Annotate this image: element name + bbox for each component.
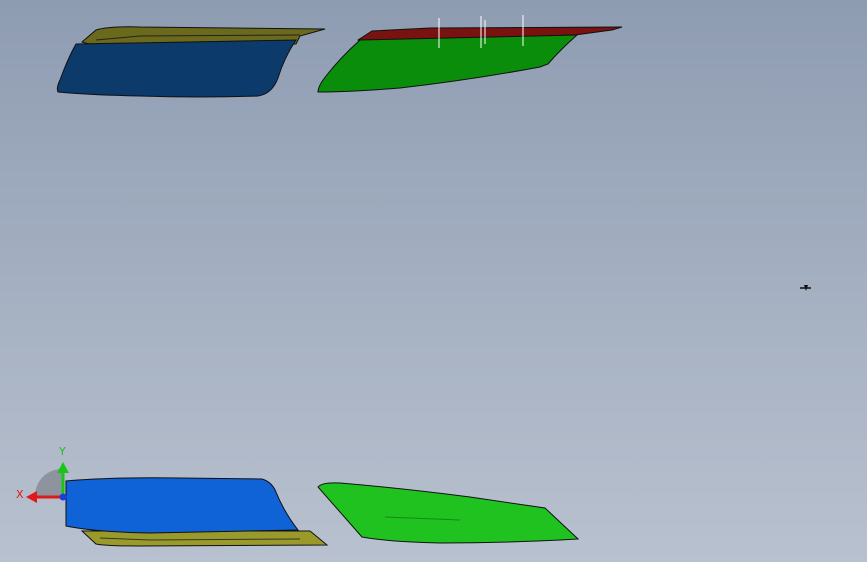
upper-blue-face bbox=[56, 39, 297, 98]
lower-blue-panel[interactable] bbox=[65, 477, 329, 547]
upper-green-face bbox=[317, 34, 579, 93]
orientation-triad[interactable]: Y X bbox=[16, 445, 69, 503]
model-scene[interactable]: Y X bbox=[0, 0, 867, 562]
triad-z-axis bbox=[59, 493, 67, 501]
triad-x-arrowhead bbox=[26, 491, 37, 503]
triad-view-sector bbox=[35, 469, 62, 496]
lower-green-panel[interactable] bbox=[317, 482, 580, 544]
upper-blue-panel[interactable] bbox=[56, 26, 326, 98]
upper-green-panel[interactable] bbox=[317, 15, 623, 93]
triad-y-arrowhead bbox=[57, 462, 69, 473]
rotate-cursor-icon bbox=[800, 285, 811, 291]
triad-y-label: Y bbox=[58, 445, 66, 458]
triad-x-label: X bbox=[16, 488, 24, 501]
lower-green-face bbox=[317, 482, 580, 544]
lower-blue-face bbox=[65, 477, 300, 534]
graphics-viewport[interactable]: Y X bbox=[0, 0, 867, 562]
